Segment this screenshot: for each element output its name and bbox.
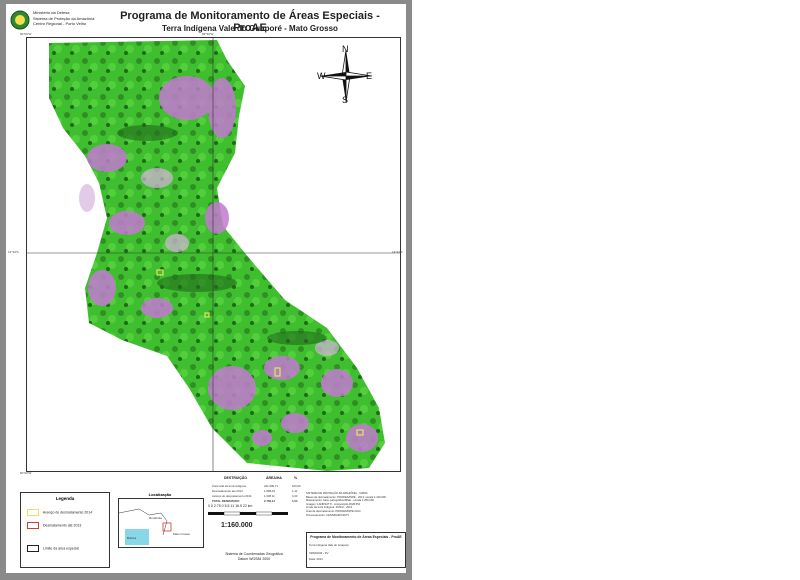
location-label: Bolívia xyxy=(127,536,136,540)
agency-block: Ministério da Defesa Sistema de Proteção… xyxy=(33,10,94,27)
legend-item: Desmatamento até 2013 xyxy=(27,522,81,529)
table-cell: 241.609,71 xyxy=(264,484,278,488)
legend-swatch-yellow xyxy=(27,509,39,516)
scale-tick-label: 16.5 xyxy=(235,504,242,508)
scale-tick-label: km xyxy=(247,504,253,508)
coord-label: 14°30'S xyxy=(392,250,403,254)
table-cell: Avanço do desmatamento 2014 xyxy=(212,494,252,498)
compass-west-label: W xyxy=(317,71,326,81)
table-cell: Área total da terra indígena xyxy=(212,484,246,488)
scale-tick-label: 2.75 xyxy=(213,504,221,508)
location-map-title: Localização xyxy=(148,492,172,497)
title-block: Programa de Monitoramento de Áreas Espec… xyxy=(306,532,406,568)
scale-ratio: 1:160.000 xyxy=(221,522,253,529)
legend-swatch-red xyxy=(27,522,39,529)
location-label: Rondônia xyxy=(149,516,162,520)
location-label: Mato Grosso xyxy=(173,532,191,536)
table-cell: 2.736,14 xyxy=(264,499,275,503)
map-subtitle: Terra Indígena Vale do Guaporé - Mato Gr… xyxy=(162,24,338,33)
coord-label: 59°30'W xyxy=(202,32,214,36)
scale-tick: 0.0 2.75 0 5.5 11 16.5 22 km xyxy=(208,504,252,508)
datum-line: Datum WGS84 2000 xyxy=(237,557,271,561)
map-footer: Legenda Avanço do desmatamento 2014 Desm… xyxy=(16,474,406,569)
legend-item: Limite da área especial xyxy=(27,545,79,552)
table-cell: 1,54 xyxy=(292,499,298,503)
source-notes: SISTEMA DE PROTEÇÃO DA AMAZÔNIA - SIPAM … xyxy=(306,492,404,517)
table-cell: 1.698,03 xyxy=(264,489,275,493)
table-cell: 0,43 xyxy=(292,494,298,498)
table-cell: Desmatamento até 2013 xyxy=(212,489,243,493)
sheet-frame: Ministério da Defesa Sistema de Proteção… xyxy=(0,0,412,580)
compass-north-label: N xyxy=(342,44,349,54)
location-map-graphic: Rondônia Mato Grosso Bolívia xyxy=(118,499,203,547)
scale-tick-label: 11 xyxy=(230,504,235,508)
title-block-line: SIPAM/CR - PV xyxy=(309,551,329,555)
table-cell: TOTAL DESMATADO xyxy=(212,499,240,503)
legend-title: Legenda xyxy=(55,496,75,501)
coord-label: 14°30'S xyxy=(8,250,19,254)
table-header: % xyxy=(294,476,298,480)
title-block-line: Data: 2014 xyxy=(309,557,323,561)
legend-swatch-black xyxy=(27,545,39,552)
legend-label: Limite da área especial xyxy=(42,546,79,551)
table-cell: 100,00 xyxy=(292,484,301,488)
location-map: Rondônia Mato Grosso Bolívia xyxy=(118,498,204,548)
scale-bar xyxy=(208,511,288,516)
scale-tick-label: 22 xyxy=(242,504,247,508)
table-cell: 1.038,11 xyxy=(264,494,275,498)
agency-logo xyxy=(10,10,30,30)
scale-tick-label: 5.5 xyxy=(224,504,230,508)
compass-east-label: E xyxy=(366,71,373,81)
scale-tick-label: 0 xyxy=(221,504,224,508)
table-header: DESTRUIÇÃO xyxy=(224,476,248,480)
legend-label: Desmatamento até 2013 xyxy=(42,523,82,528)
legend-item: Avanço do desmatamento 2014 xyxy=(27,509,92,516)
map-sheet: Ministério da Defesa Sistema de Proteção… xyxy=(6,4,406,573)
title-block-line: Terra Indígena Vale do Guaporé xyxy=(309,543,349,547)
scale-tick-label: 0.0 xyxy=(208,504,213,508)
compass-south-label: S xyxy=(342,95,349,105)
agency-line: Centro Regional - Porto Velho xyxy=(33,21,87,26)
note-line: Processamento: CENSIPAM/CR-PV xyxy=(306,513,350,517)
table-header: ÁREA/HA xyxy=(266,476,282,480)
title-block-heading: Programa de Monitoramento de Áreas Espec… xyxy=(310,535,402,539)
datum-block: Sistema de Coordenadas Geográfica Datum … xyxy=(214,552,294,562)
legend-label: Avanço do desmatamento 2014 xyxy=(42,510,93,515)
coord-label: 60°00'W xyxy=(20,32,32,36)
table-cell: 1,11 xyxy=(292,489,298,493)
legend: Legenda Avanço do desmatamento 2014 Desm… xyxy=(20,492,110,568)
